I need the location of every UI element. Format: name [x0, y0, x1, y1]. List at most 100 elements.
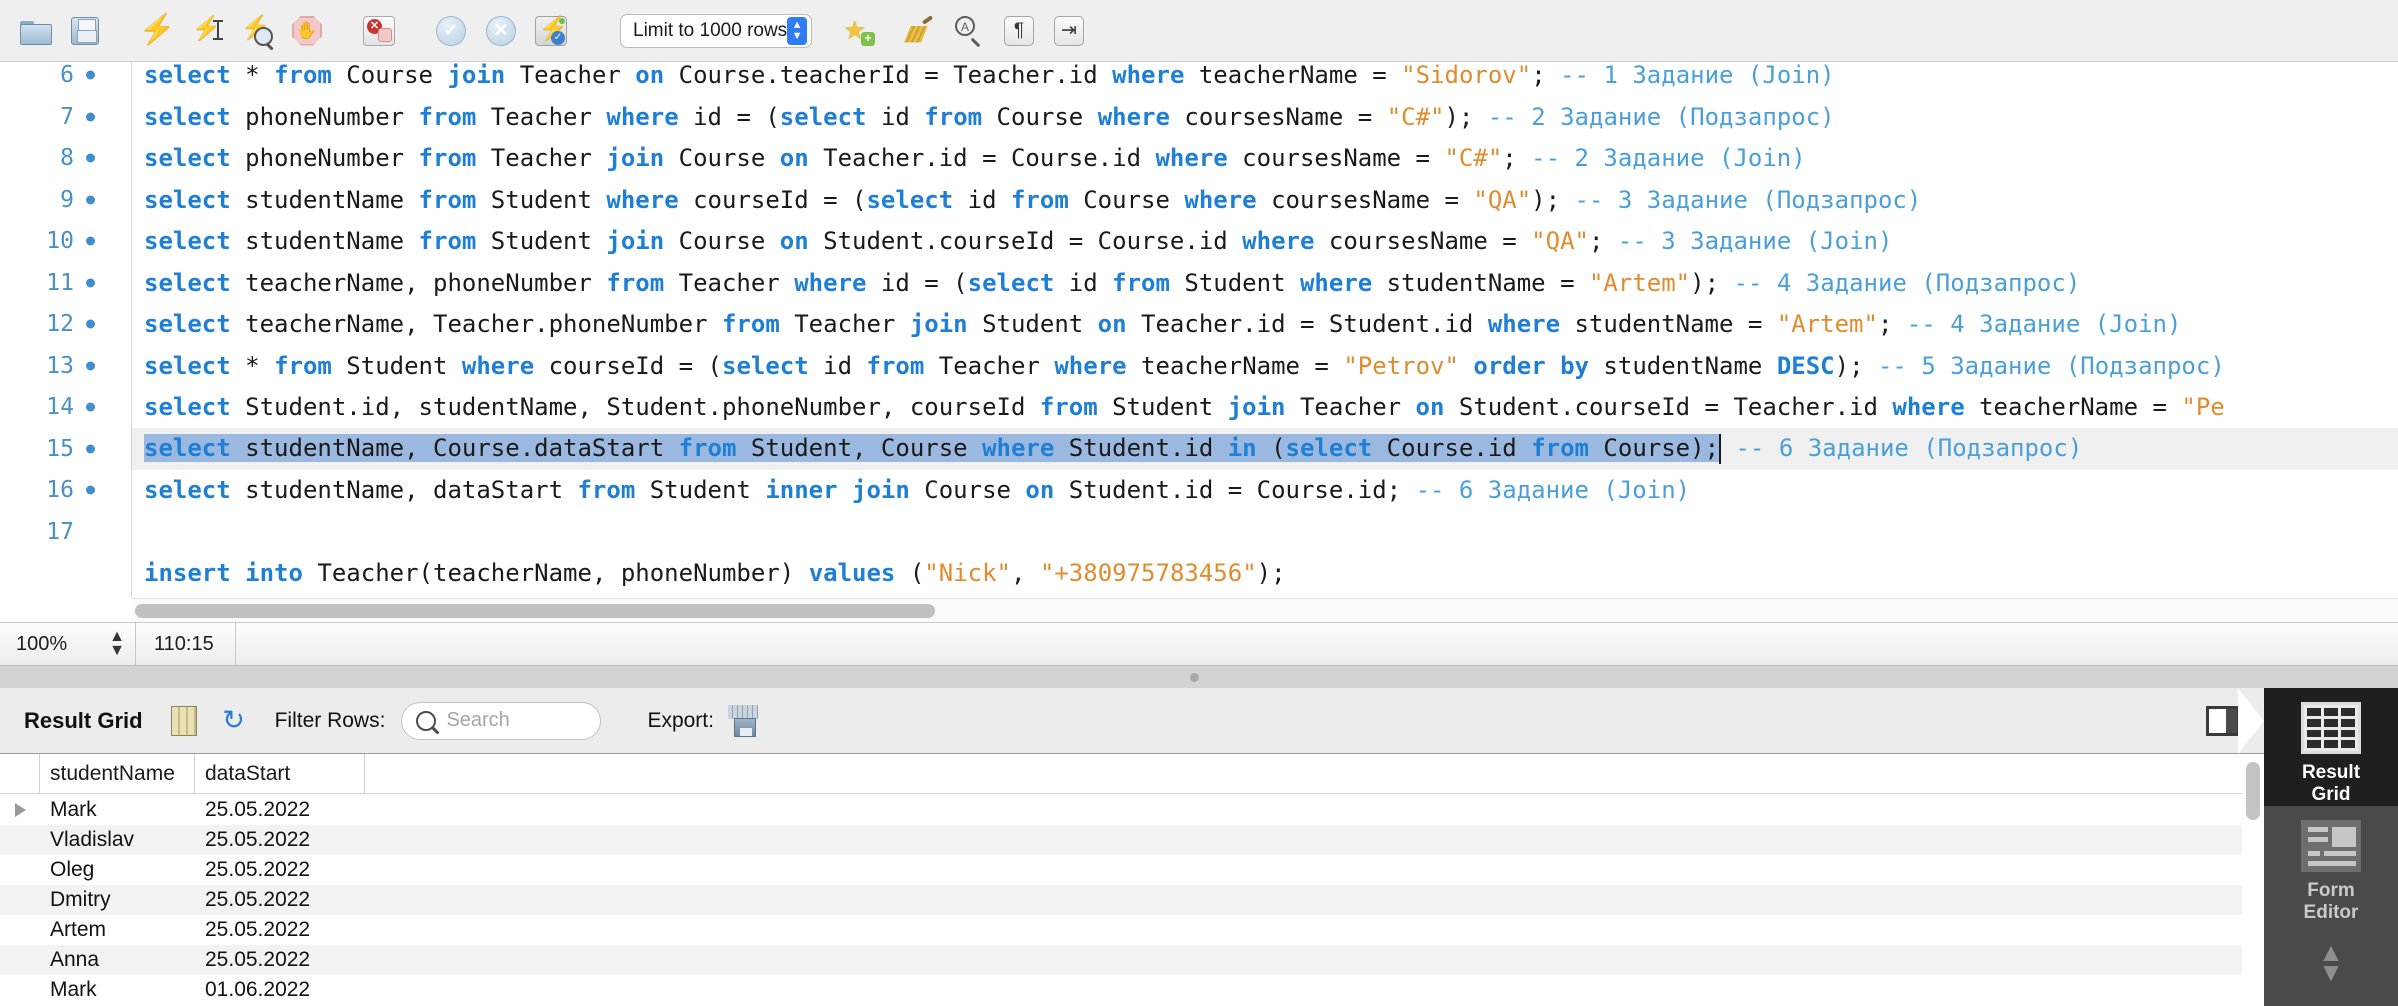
wrap-lines-icon[interactable]: ⇥	[1050, 12, 1088, 50]
grid-vscroll-thumb[interactable]	[2246, 762, 2260, 820]
cell-dataStart[interactable]: 25.05.2022	[195, 945, 365, 975]
statement-marker-icon[interactable]	[86, 70, 95, 80]
autocommit-icon[interactable]: ⚡ ✓	[532, 12, 570, 50]
commit-icon[interactable]: ✓	[432, 12, 470, 50]
sidebar-item-result-grid[interactable]: Result Grid	[2238, 688, 2398, 806]
row-selector-cell[interactable]	[0, 975, 40, 1005]
cell-studentName[interactable]: Anna	[40, 945, 195, 975]
row-limit-stepper-icon[interactable]: ▲ ▼	[787, 16, 807, 45]
splitter-grip[interactable]	[1190, 673, 1199, 682]
sql-code-area[interactable]: 6 select * from Course join Teacher on Co…	[0, 62, 2398, 598]
result-grid-body[interactable]: Mark 25.05.2022 Vladislav 25.05.2022 Oleg 25.…	[0, 795, 2264, 1005]
active-pointer-icon	[2238, 688, 2264, 754]
column-header-dataStart[interactable]: dataStart	[195, 754, 365, 794]
cell-filler	[365, 825, 2264, 855]
cell-dataStart[interactable]: 25.05.2022	[195, 915, 365, 945]
editor-hscroll-thumb[interactable]	[135, 604, 935, 618]
table-row[interactable]: Oleg 25.05.2022	[0, 855, 2264, 885]
stop-on-error-icon[interactable]: ✕	[360, 12, 398, 50]
code-line[interactable]: 16 select studentName, dataStart from Stu…	[0, 469, 2398, 511]
statement-marker-icon[interactable]	[86, 278, 95, 287]
statement-marker-icon[interactable]	[86, 361, 95, 370]
code-line-text: select teacherName, phoneNumber from Tea…	[144, 268, 2081, 297]
statement-marker-icon[interactable]	[86, 236, 95, 246]
statement-marker-icon[interactable]	[86, 195, 95, 204]
line-number: 8	[60, 145, 74, 171]
table-row[interactable]: Mark 25.05.2022	[0, 795, 2264, 825]
code-line[interactable]: insert into Teacher(teacherName, phoneNu…	[0, 552, 2398, 594]
table-row[interactable]: Mark 01.06.2022	[0, 975, 2264, 1005]
export-recordset-icon[interactable]	[727, 704, 758, 737]
cell-dataStart[interactable]: 25.05.2022	[195, 825, 365, 855]
code-line[interactable]: 7 select phoneNumber from Teacher where i…	[0, 96, 2398, 138]
cell-studentName[interactable]: Dmitry	[40, 885, 195, 915]
cell-studentName[interactable]: Mark	[40, 795, 195, 825]
zoom-control[interactable]: 100% ▲ ▼	[0, 623, 136, 665]
row-selector-cell[interactable]	[0, 885, 40, 915]
stop-icon[interactable]: ✋	[288, 12, 326, 50]
statement-marker-icon[interactable]	[86, 153, 95, 163]
refresh-icon[interactable]: ↻	[219, 705, 249, 736]
code-line[interactable]: 10 select studentName from Student join C…	[0, 220, 2398, 262]
toggle-side-panel-icon[interactable]	[2206, 706, 2240, 736]
code-line[interactable]: 12 select teacherName, Teacher.phoneNumbe…	[0, 303, 2398, 345]
code-line-text: select studentName, Course.dataStart fro…	[144, 433, 2083, 464]
code-line[interactable]: 11 select teacherName, phoneNumber from T…	[0, 262, 2398, 304]
save-script-icon[interactable]	[66, 12, 104, 50]
cell-studentName[interactable]: Oleg	[40, 855, 195, 885]
code-line[interactable]: 9 select studentName from Student where c…	[0, 179, 2398, 221]
explain-icon[interactable]: ⚡	[238, 12, 276, 51]
row-limit-select[interactable]: Limit to 1000 rows ▲ ▼	[620, 13, 812, 48]
find-icon[interactable]: A	[950, 12, 988, 50]
row-selector-cell[interactable]	[0, 945, 40, 975]
scroll-chevrons-icon[interactable]: ▲ ▼	[2318, 939, 2344, 985]
cell-dataStart[interactable]: 25.05.2022	[195, 795, 365, 825]
code-line[interactable]: 15 select studentName, Course.dataStart f…	[0, 428, 2398, 470]
filter-search-placeholder: Search	[446, 709, 510, 731]
editor-horizontal-scrollbar[interactable]	[132, 598, 2398, 622]
add-snippet-star-icon[interactable]: ★ +	[840, 12, 878, 50]
statement-marker-icon[interactable]	[86, 444, 95, 453]
row-selector-cell[interactable]	[0, 855, 40, 885]
row-selector-cell[interactable]	[0, 825, 40, 855]
statement-marker-icon[interactable]	[86, 485, 95, 495]
filter-rows-label: Filter Rows:	[274, 708, 386, 732]
cell-dataStart[interactable]: 25.05.2022	[195, 885, 365, 915]
beautify-broom-icon[interactable]	[900, 12, 938, 50]
cell-filler	[365, 945, 2264, 975]
cell-dataStart[interactable]: 01.06.2022	[195, 975, 365, 1005]
sql-editor[interactable]: 6 select * from Course join Teacher on Co…	[0, 62, 2398, 598]
table-row[interactable]: Dmitry 25.05.2022	[0, 885, 2264, 915]
statement-marker-icon[interactable]	[86, 402, 95, 412]
zoom-stepper-icon[interactable]: ▲ ▼	[109, 628, 125, 658]
table-row[interactable]: Anna 25.05.2022	[0, 945, 2264, 975]
cell-studentName[interactable]: Artem	[40, 915, 195, 945]
rollback-icon[interactable]: ✕	[482, 12, 520, 50]
code-line[interactable]: 13 select * from Student where courseId =…	[0, 345, 2398, 387]
grid-view-icon[interactable]	[170, 705, 197, 736]
code-line[interactable]: 14 select Student.id, studentName, Studen…	[0, 386, 2398, 428]
row-selector-cell[interactable]	[0, 915, 40, 945]
execute-current-statement-icon[interactable]: ⚡	[188, 12, 226, 50]
cell-studentName[interactable]: Mark	[40, 975, 195, 1005]
sidebar-item-form-editor[interactable]: Form Editor ▲ ▼	[2264, 806, 2398, 985]
cell-studentName[interactable]: Vladislav	[40, 825, 195, 855]
table-row[interactable]: Vladislav 25.05.2022	[0, 825, 2264, 855]
code-line[interactable]: 6 select * from Course join Teacher on Co…	[0, 62, 2398, 96]
column-header-studentName[interactable]: studentName	[40, 754, 195, 794]
result-grid-table[interactable]: studentName dataStart Mark 25.05.2022 Vlad…	[0, 754, 2264, 1006]
code-line[interactable]: 8 select phoneNumber from Teacher join Co…	[0, 137, 2398, 179]
invisible-chars-icon[interactable]: ¶	[1000, 12, 1038, 50]
cell-dataStart[interactable]: 25.05.2022	[195, 855, 365, 885]
row-selector-cell[interactable]	[0, 795, 40, 825]
statement-marker-icon[interactable]	[86, 319, 95, 329]
execute-icon[interactable]: ⚡	[138, 12, 176, 50]
table-row[interactable]: Artem 25.05.2022	[0, 915, 2264, 945]
code-line[interactable]: 17	[0, 511, 2398, 553]
open-file-icon[interactable]	[16, 12, 54, 50]
filter-search-box[interactable]: Search	[401, 701, 602, 740]
grid-vertical-scrollbar[interactable]	[2242, 754, 2264, 1006]
panel-splitter[interactable]	[0, 666, 2398, 688]
statement-marker-icon[interactable]	[86, 112, 95, 121]
form-editor-icon	[2301, 820, 2361, 872]
